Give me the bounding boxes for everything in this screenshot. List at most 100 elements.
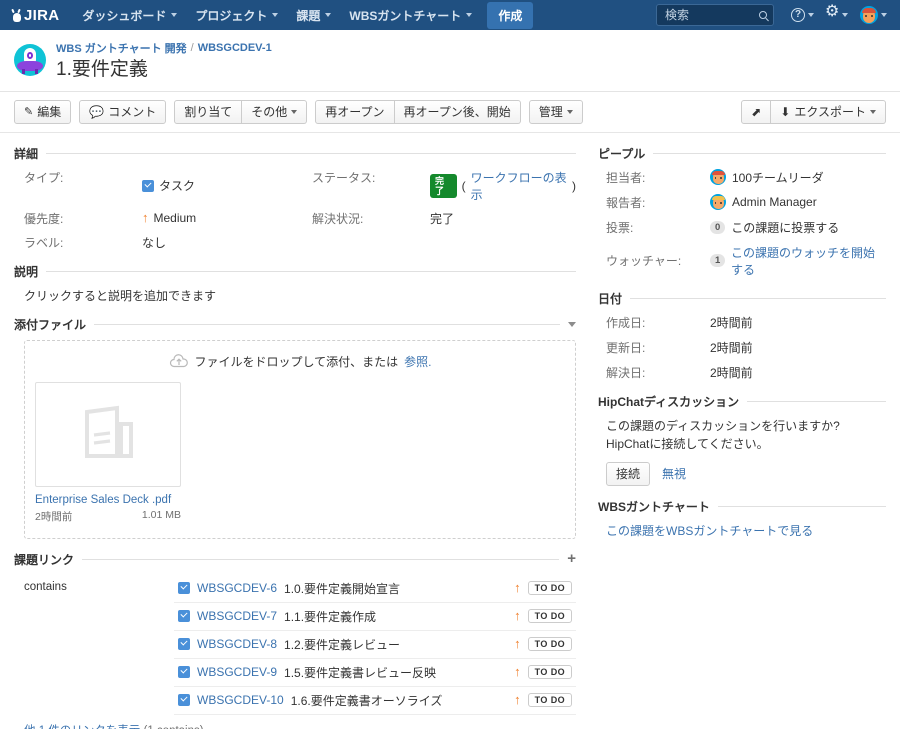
dropzone-hint: ファイルをドロップして添付、または 参照. <box>35 353 565 370</box>
votes-count-badge: 0 <box>710 220 726 234</box>
export-menu-button[interactable]: ⬇ エクスポート <box>771 99 886 124</box>
gear-icon <box>825 4 839 22</box>
chevron-down-icon <box>566 109 573 114</box>
assignee-value[interactable]: 100チームリーダ <box>710 169 886 186</box>
chevron-down-icon <box>466 13 473 17</box>
chevron-down-icon <box>171 13 178 17</box>
add-link-icon[interactable]: + <box>567 551 576 566</box>
nav-item-wbs-gantt-label: WBSガントチャート <box>349 8 462 23</box>
type-label: タイプ: <box>24 170 64 185</box>
table-row[interactable]: WBSGCDEV-7 1.1.要件定義作成 ↑ TO DO <box>174 603 576 631</box>
comment-button[interactable]: 💬 コメント <box>79 99 167 124</box>
top-navigation-bar: JIRA ダッシュボード プロジェクト 課題 WBSガントチャート 作成 ? <box>0 0 900 30</box>
reopen-button[interactable]: 再オープン <box>315 99 395 124</box>
settings-menu-button[interactable] <box>821 4 853 26</box>
breadcrumb-issue-key-link[interactable]: WBSGCDEV-1 <box>198 42 272 54</box>
details-grid-empty-2 <box>430 234 576 251</box>
chevron-down-icon[interactable] <box>568 321 576 327</box>
status-badge: TO DO <box>527 581 572 596</box>
linked-issue-key[interactable]: WBSGCDEV-10 <box>197 693 284 707</box>
table-row[interactable]: WBSGCDEV-8 1.2.要件定義レビュー ↑ TO DO <box>174 631 576 659</box>
attachment-filename-link[interactable]: Enterprise Sales Deck .pdf <box>35 494 181 506</box>
help-icon: ? <box>791 8 805 22</box>
resolution-label: 解決状況: <box>312 211 364 226</box>
table-row[interactable]: WBSGCDEV-9 1.5.要件定義書レビュー反映 ↑ TO DO <box>174 659 576 687</box>
linked-issue-key[interactable]: WBSGCDEV-9 <box>197 665 277 679</box>
watchers-label: ウォッチャー: <box>606 254 682 269</box>
hipchat-connect-button[interactable]: 接続 <box>606 461 651 486</box>
nav-item-dashboard[interactable]: ダッシュボード <box>73 1 186 30</box>
attachment-thumbnail[interactable] <box>35 381 181 487</box>
share-button[interactable]: ⬈ <box>741 99 772 124</box>
linked-issue-key[interactable]: WBSGCDEV-8 <box>197 637 277 651</box>
attachment-item[interactable]: Enterprise Sales Deck .pdf 2時間前 1.01 MB <box>35 381 181 524</box>
task-type-icon <box>178 610 190 623</box>
assignee-name: 100チームリーダ <box>732 170 824 185</box>
type-value-text: タスク <box>159 179 196 194</box>
user-avatar-icon <box>860 6 878 24</box>
assignee-label: 担当者: <box>606 170 646 185</box>
issue-content: 詳細 タイプ: タスク ステータス: 完了 (ワークフローの表示) 優先度: ↑… <box>0 132 900 729</box>
document-icon <box>85 405 133 459</box>
view-in-wbs-gantt-link[interactable]: この課題をWBSガントチャートで見る <box>606 524 813 538</box>
nav-item-wbs-gantt[interactable]: WBSガントチャート <box>340 1 481 30</box>
help-menu-button[interactable]: ? <box>786 4 819 26</box>
admin-button-label: 管理 <box>538 104 563 119</box>
status-value: 完了 (ワークフローの表示) <box>430 169 576 203</box>
linked-issue-summary: 1.5.要件定義書レビュー反映 <box>284 665 437 680</box>
created-value: 2時間前 <box>710 315 753 330</box>
priority-label: 優先度: <box>24 211 64 226</box>
table-row[interactable]: WBSGCDEV-10 1.6.要件定義書オーソライズ ↑ TO DO <box>174 687 576 715</box>
linked-issue-summary: 1.6.要件定義書オーソライズ <box>290 693 443 708</box>
priority-up-arrow-icon: ↑ <box>514 664 521 680</box>
more-menu-button[interactable]: その他 <box>242 99 308 124</box>
task-type-icon <box>178 638 190 651</box>
priority-value-text: Medium <box>153 211 197 226</box>
dates-section-header: 日付 <box>598 290 886 307</box>
breadcrumb-project-link[interactable]: WBS ガントチャート 開発 <box>56 40 187 56</box>
section-divider <box>717 505 886 507</box>
search-icon <box>759 11 767 19</box>
task-type-icon <box>178 694 190 707</box>
reporter-name: Admin Manager <box>732 195 817 210</box>
browse-files-link[interactable]: 参照. <box>404 353 431 370</box>
people-section-header: ピープル <box>598 145 886 162</box>
reopen-and-start-button[interactable]: 再オープン後、開始 <box>394 99 521 124</box>
reporter-value[interactable]: Admin Manager <box>710 194 886 211</box>
create-button[interactable]: 作成 <box>487 1 534 29</box>
view-workflow-link[interactable]: ワークフローの表示 <box>471 169 567 203</box>
profile-menu-button[interactable] <box>855 2 892 28</box>
linked-issue-key[interactable]: WBSGCDEV-7 <box>197 609 277 623</box>
description-placeholder[interactable]: クリックすると説明を追加できます <box>14 287 576 304</box>
linked-issue-summary: 1.0.要件定義開始宣言 <box>284 581 401 596</box>
workflow-actions-group: 再オープン 再オープン後、開始 <box>315 99 521 124</box>
workflow-paren-close: ) <box>572 178 576 193</box>
chevron-down-icon <box>881 13 887 17</box>
search-input[interactable] <box>663 7 753 23</box>
updated-label: 更新日: <box>606 340 646 355</box>
project-avatar-icon <box>14 44 46 76</box>
section-divider <box>747 400 886 402</box>
assign-button[interactable]: 割り当て <box>174 99 243 124</box>
assign-more-group: 割り当て その他 <box>174 99 308 124</box>
details-grid-empty-1 <box>312 234 430 251</box>
chevron-down-icon <box>870 109 876 114</box>
nav-item-issues-label: 課題 <box>296 8 321 23</box>
left-column: 詳細 タイプ: タスク ステータス: 完了 (ワークフローの表示) 優先度: ↑… <box>14 133 590 729</box>
hipchat-dismiss-link[interactable]: 無視 <box>662 465 686 482</box>
hipchat-section-title: HipChatディスカッション <box>598 394 740 409</box>
search-box[interactable] <box>656 4 774 26</box>
nav-item-issues[interactable]: 課題 <box>287 1 340 30</box>
watch-action-link[interactable]: この課題のウォッチを開始する <box>731 244 886 278</box>
show-more-links-link[interactable]: 他 1 件のリンクを表示 <box>24 725 140 729</box>
table-row[interactable]: WBSGCDEV-6 1.0.要件定義開始宣言 ↑ TO DO <box>174 575 576 603</box>
people-grid: 担当者: 100チームリーダ 報告者: Admin Manager 投票: 0 … <box>598 169 886 278</box>
admin-menu-button[interactable]: 管理 <box>528 99 583 124</box>
attachment-dropzone[interactable]: ファイルをドロップして添付、または 参照. Enterprise Sales D… <box>24 339 576 539</box>
linked-issue-key[interactable]: WBSGCDEV-6 <box>197 581 277 595</box>
edit-button[interactable]: ✎ 編集 <box>14 99 72 124</box>
nav-item-projects[interactable]: プロジェクト <box>186 1 287 30</box>
jira-logo[interactable]: JIRA <box>10 7 59 24</box>
wbs-section-header: WBSガントチャート <box>598 498 886 515</box>
vote-action-text[interactable]: この課題に投票する <box>731 219 839 236</box>
